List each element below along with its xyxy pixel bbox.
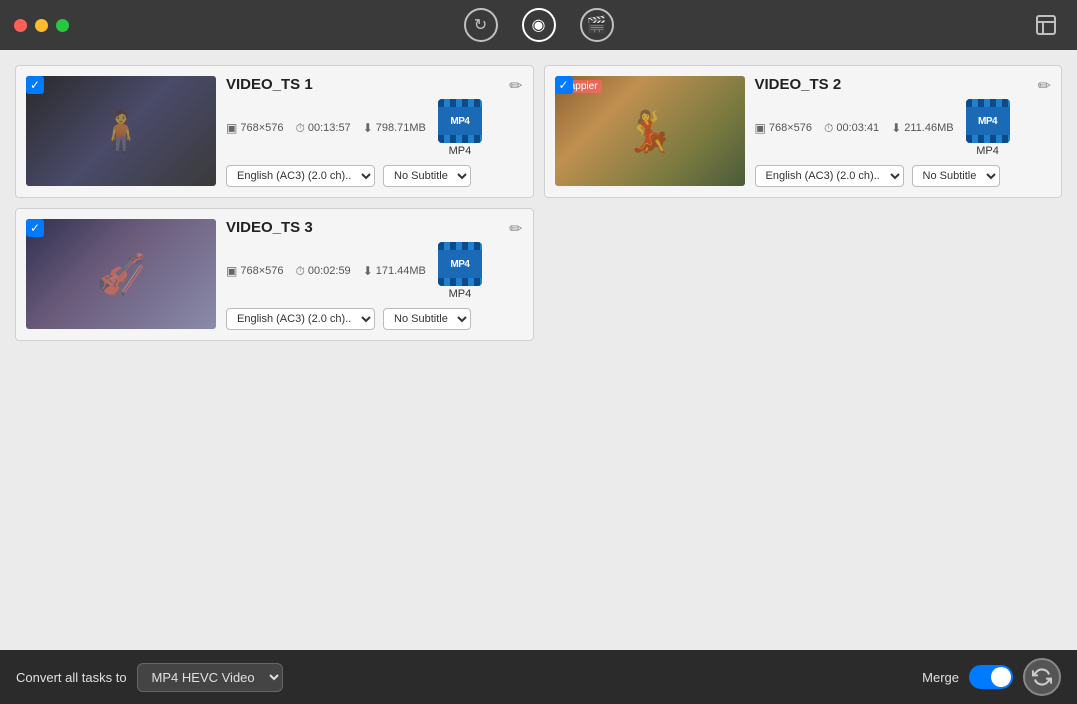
clock-icon-2: ⏱ xyxy=(824,121,833,136)
convert-label: Convert all tasks to xyxy=(16,670,127,685)
video-info-1: VIDEO_TS 1 ▣ 768×576 ⏱ 00:13:57 ⬇ 798.71… xyxy=(226,76,523,187)
merge-label: Merge xyxy=(922,670,959,685)
video-title-3: VIDEO_TS 3 xyxy=(226,219,523,236)
subtitle-select-1[interactable]: No Subtitle xyxy=(383,165,471,187)
size-1: ⬇ 798.71MB xyxy=(363,121,426,135)
settings-icon[interactable]: ◉ xyxy=(522,8,556,42)
subtitle-select-2[interactable]: No Subtitle xyxy=(912,165,1000,187)
resolution-3: ▣ 768×576 xyxy=(226,264,283,278)
maximize-button[interactable] xyxy=(56,19,69,32)
download-icon-2: ⬇ xyxy=(891,121,901,135)
resolution-icon-2: ▣ xyxy=(755,121,766,135)
video-info-3: VIDEO_TS 3 ▣ 768×576 ⏱ 00:02:59 ⬇ 171.44… xyxy=(226,219,523,330)
subtitle-select-3[interactable]: No Subtitle xyxy=(383,308,471,330)
video-controls-1: English (AC3) (2.0 ch).. No Subtitle xyxy=(226,165,523,187)
video-thumbnail-3: 🎻 xyxy=(26,219,216,329)
toggle-knob xyxy=(991,667,1011,687)
thumb-content-3: 🎻 xyxy=(26,219,216,329)
film-icon[interactable]: 🎬 xyxy=(580,8,614,42)
video-card-1: ✓ 🧍 VIDEO_TS 1 ▣ 768×576 ⏱ 00:13:57 xyxy=(15,65,534,198)
video-title-2: VIDEO_TS 2 xyxy=(755,76,1052,93)
video-thumbnail-1: 🧍 xyxy=(26,76,216,186)
checkbox-3[interactable]: ✓ xyxy=(26,219,44,237)
close-button[interactable] xyxy=(14,19,27,32)
download-icon-1: ⬇ xyxy=(363,121,373,135)
duration-2: ⏱ 00:03:41 xyxy=(824,121,879,136)
mp4-icon-2: MP4 xyxy=(966,99,1010,143)
resolution-1: ▣ 768×576 xyxy=(226,121,283,135)
edit-button-1[interactable]: ✏ xyxy=(509,76,522,96)
clock-icon-3: ⏱ xyxy=(295,264,304,279)
video-card-3: ✓ 🎻 VIDEO_TS 3 ▣ 768×576 ⏱ 00:02:59 xyxy=(15,208,534,341)
checkbox-2[interactable]: ✓ xyxy=(555,76,573,94)
window-controls xyxy=(14,19,69,32)
size-2: ⬇ 211.46MB xyxy=(891,121,953,135)
resolution-icon-3: ▣ xyxy=(226,264,237,278)
size-3: ⬇ 171.44MB xyxy=(363,264,426,278)
toggle-track[interactable] xyxy=(969,665,1013,689)
edit-button-3[interactable]: ✏ xyxy=(509,219,522,239)
audio-select-2[interactable]: English (AC3) (2.0 ch).. xyxy=(755,165,904,187)
main-content: ✓ 🧍 VIDEO_TS 1 ▣ 768×576 ⏱ 00:13:57 xyxy=(0,50,1077,650)
thumb-content-1: 🧍 xyxy=(26,76,216,186)
bottom-bar: Convert all tasks to MP4 HEVC Video MP4 … xyxy=(0,650,1077,704)
duration-3: ⏱ 00:02:59 xyxy=(295,264,350,279)
video-controls-2: English (AC3) (2.0 ch).. No Subtitle xyxy=(755,165,1052,187)
resolution-2: ▣ 768×576 xyxy=(755,121,812,135)
video-meta-1: ▣ 768×576 ⏱ 00:13:57 ⬇ 798.71MB MP4 xyxy=(226,99,523,157)
video-controls-3: English (AC3) (2.0 ch).. No Subtitle xyxy=(226,308,523,330)
audio-select-3[interactable]: English (AC3) (2.0 ch).. xyxy=(226,308,375,330)
audio-select-1[interactable]: English (AC3) (2.0 ch).. xyxy=(226,165,375,187)
convert-button[interactable] xyxy=(1023,658,1061,696)
video-meta-2: ▣ 768×576 ⏱ 00:03:41 ⬇ 211.46MB MP4 xyxy=(755,99,1052,157)
minimize-button[interactable] xyxy=(35,19,48,32)
refresh-icon[interactable]: ↻ xyxy=(464,8,498,42)
video-meta-3: ▣ 768×576 ⏱ 00:02:59 ⬇ 171.44MB MP4 xyxy=(226,242,523,300)
convert-format-select[interactable]: MP4 HEVC Video MP4 H.264 Video MKV H.265… xyxy=(137,663,283,692)
video-title-1: VIDEO_TS 1 xyxy=(226,76,523,93)
edit-button-2[interactable]: ✏ xyxy=(1038,76,1051,96)
titlebar: ↻ ◉ 🎬 xyxy=(0,0,1077,50)
checkbox-1[interactable]: ✓ xyxy=(26,76,44,94)
format-badge-3[interactable]: MP4 MP4 xyxy=(438,242,482,300)
video-card-2: ✓ 💃 Happier VIDEO_TS 2 ▣ 768×576 ⏱ 00:03… xyxy=(544,65,1063,198)
format-badge-1[interactable]: MP4 MP4 xyxy=(438,99,482,157)
thumb-wrap-3: 🎻 xyxy=(26,219,216,329)
video-info-2: VIDEO_TS 2 ▣ 768×576 ⏱ 00:03:41 ⬇ 211.46… xyxy=(755,76,1052,187)
thumb-wrap-2: 💃 Happier xyxy=(555,76,745,186)
duration-1: ⏱ 00:13:57 xyxy=(295,121,350,136)
resolution-icon-1: ▣ xyxy=(226,121,237,135)
merge-toggle[interactable] xyxy=(969,665,1013,689)
thumb-wrap-1: 🧍 xyxy=(26,76,216,186)
download-icon-3: ⬇ xyxy=(363,264,373,278)
format-badge-2[interactable]: MP4 MP4 xyxy=(966,99,1010,157)
corner-action-icon[interactable] xyxy=(1031,10,1061,40)
clock-icon-1: ⏱ xyxy=(295,121,304,136)
video-grid: ✓ 🧍 VIDEO_TS 1 ▣ 768×576 ⏱ 00:13:57 xyxy=(0,50,1077,650)
mp4-icon-3: MP4 xyxy=(438,242,482,286)
toolbar-icons: ↻ ◉ 🎬 xyxy=(464,8,614,42)
mp4-icon-1: MP4 xyxy=(438,99,482,143)
